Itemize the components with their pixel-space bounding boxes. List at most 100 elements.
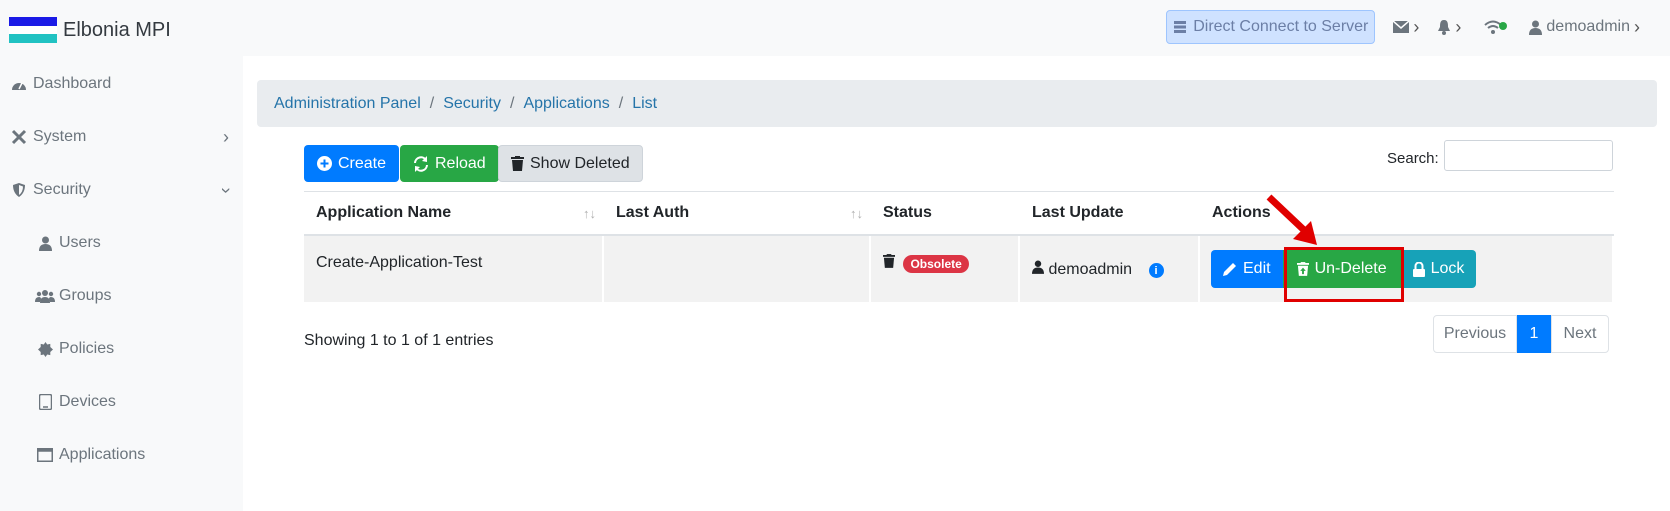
cell-status: Obsolete [871, 236, 1020, 302]
user-icon [1032, 260, 1044, 274]
users-icon [35, 289, 55, 303]
breadcrumb-administration-panel[interactable]: Administration Panel [274, 95, 421, 113]
top-right-nav: Direct Connect to Server › › demoadmin › [1166, 9, 1670, 45]
sidebar-item-label: System [33, 128, 87, 145]
reload-button[interactable]: Reload [400, 145, 499, 182]
breadcrumb-list[interactable]: List [632, 95, 657, 113]
direct-connect-button[interactable]: Direct Connect to Server [1166, 10, 1376, 44]
annotation-arrow-icon [1266, 194, 1317, 245]
sidebar-item-label: Users [59, 234, 101, 251]
sidebar: Dashboard System › Security › Users Grou… [0, 56, 243, 511]
sidebar-item-security[interactable]: Security › [0, 170, 243, 210]
sidebar-item-label: Groups [59, 287, 112, 304]
direct-connect-label: Direct Connect to Server [1193, 18, 1369, 35]
envelope-icon [1393, 21, 1410, 33]
sidebar-item-label: Policies [59, 340, 115, 357]
pencil-icon [1223, 263, 1236, 276]
create-button-label: Create [338, 154, 387, 172]
status-badge: Obsolete [903, 255, 969, 273]
sidebar-item-system[interactable]: System › [0, 117, 243, 157]
sync-icon [414, 155, 428, 172]
sidebar-item-label: Devices [59, 393, 116, 410]
sidebar-item-groups[interactable]: Groups [0, 276, 243, 316]
breadcrumb-security[interactable]: Security [443, 95, 501, 113]
cell-last-auth [604, 236, 871, 302]
server-icon [1174, 21, 1187, 33]
notifications-menu[interactable]: › [1437, 17, 1461, 38]
show-deleted-button[interactable]: Show Deleted [498, 145, 643, 182]
applications-table: Application Name ↑↓ Last Auth ↑↓ Status … [304, 191, 1614, 302]
show-deleted-button-label: Show Deleted [530, 154, 630, 172]
sidebar-item-dashboard[interactable]: Dashboard [0, 64, 243, 104]
edit-button-label: Edit [1243, 260, 1271, 277]
column-header-last-auth[interactable]: Last Auth ↑↓ [604, 191, 871, 236]
tools-icon [9, 129, 29, 145]
reload-button-label: Reload [435, 154, 486, 172]
sidebar-item-label: Applications [59, 446, 146, 463]
create-button[interactable]: Create [304, 145, 400, 182]
table-info: Showing 1 to 1 of 1 entries [304, 332, 494, 349]
breadcrumb: Administration Panel / Security / Applic… [257, 80, 1657, 127]
table-header-row: Application Name ↑↓ Last Auth ↑↓ Status … [304, 191, 1614, 236]
sidebar-item-devices[interactable]: Devices [0, 382, 243, 422]
chevron-right-icon: › [223, 126, 229, 147]
shield-icon [9, 182, 29, 198]
edit-button[interactable]: Edit [1211, 250, 1283, 288]
bell-icon [1438, 20, 1451, 35]
sort-icon: ↑↓ [850, 206, 863, 221]
column-header-label: Status [883, 204, 932, 221]
window-icon [35, 448, 55, 462]
connection-status[interactable] [1483, 19, 1508, 35]
messages-menu[interactable]: › [1393, 17, 1419, 38]
search-input[interactable] [1444, 140, 1613, 171]
chevron-right-icon: › [1413, 16, 1420, 37]
breadcrumb-separator: / [429, 94, 435, 112]
top-navbar: Elbonia MPI Direct Connect to Server › ›… [0, 0, 1670, 56]
app-title: Elbonia MPI [63, 18, 171, 41]
column-header-status: Status [871, 191, 1020, 236]
chevron-right-icon: › [1634, 16, 1640, 37]
certificate-icon [35, 341, 55, 357]
lock-button[interactable]: Lock [1400, 250, 1477, 288]
last-update-user: demoadmin [1048, 260, 1133, 278]
table-row: Create-Application-Test Obsolete demoadm… [304, 236, 1614, 302]
search-label: Search: [1387, 150, 1439, 167]
column-header-label: Last Update [1032, 204, 1124, 221]
brand[interactable]: Elbonia MPI [9, 17, 171, 44]
pagination: Previous 1 Next [1433, 315, 1609, 353]
pagination-next[interactable]: Next [1551, 315, 1609, 353]
tablet-icon [35, 394, 55, 410]
cell-application-name: Create-Application-Test [304, 236, 604, 302]
column-header-label: Actions [1212, 204, 1271, 221]
status-dot [1499, 22, 1508, 30]
column-header-actions: Actions [1200, 191, 1614, 236]
sidebar-item-applications[interactable]: Applications [0, 435, 243, 475]
user-icon [35, 236, 55, 251]
chevron-right-icon: › [1455, 16, 1462, 37]
user-icon [1529, 20, 1543, 35]
column-header-last-update: Last Update [1020, 191, 1200, 236]
trash-icon [883, 254, 895, 268]
lock-icon [1412, 261, 1425, 277]
sort-icon: ↑↓ [583, 206, 596, 221]
user-name: demoadmin [1546, 18, 1630, 35]
cell-last-update: demoadmin i [1020, 236, 1200, 302]
flag-logo [9, 17, 57, 44]
sidebar-item-policies[interactable]: Policies [0, 329, 243, 369]
main-content: Administration Panel / Security / Applic… [243, 56, 1670, 511]
pagination-previous[interactable]: Previous [1433, 315, 1517, 353]
pagination-page-1[interactable]: 1 [1517, 315, 1551, 353]
tachometer-icon [9, 77, 29, 91]
highlight-box [1284, 247, 1404, 302]
column-header-application-name[interactable]: Application Name ↑↓ [304, 191, 604, 236]
info-icon[interactable]: i [1148, 263, 1164, 278]
column-header-label: Last Auth [616, 204, 690, 221]
cell-actions: Edit Un-Delete Lock [1200, 236, 1614, 302]
sidebar-item-label: Dashboard [33, 75, 112, 92]
chevron-down-icon: › [216, 187, 237, 193]
sidebar-item-label: Security [33, 181, 91, 198]
trash-icon [511, 156, 524, 171]
breadcrumb-applications[interactable]: Applications [523, 95, 609, 113]
sidebar-item-users[interactable]: Users [0, 223, 243, 263]
user-menu[interactable]: demoadmin › [1529, 17, 1640, 38]
